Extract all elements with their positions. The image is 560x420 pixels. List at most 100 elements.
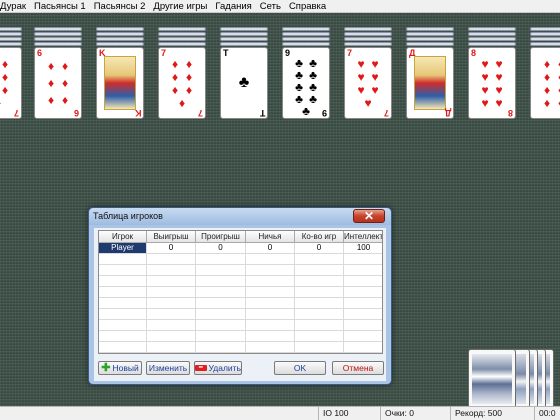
suit-pip: ♦ xyxy=(185,56,193,71)
close-button[interactable]: ✕ xyxy=(353,209,385,223)
empty-cell xyxy=(147,276,196,287)
suit-pip: ♥ xyxy=(481,82,489,97)
tableau-column[interactable]: 6 ♦ ♦ ♦ ♦ ♦ ♦ 6 xyxy=(34,27,82,119)
playing-card[interactable]: 7♦♦♦♦♦♦♦7 xyxy=(0,47,22,119)
empty-cell xyxy=(196,309,246,320)
record-value: 500 xyxy=(487,408,502,418)
suit-pip: ♦ xyxy=(47,58,55,73)
empty-cell xyxy=(246,353,295,354)
face-down-card xyxy=(0,42,22,46)
face-down-card xyxy=(468,32,516,36)
player-table-dialog: Таблица игроков ✕ Игрок Выигрыш Проигрыш… xyxy=(88,207,392,385)
suit-pip: ♦ xyxy=(543,95,551,110)
face-down-card xyxy=(96,32,144,36)
empty-table-row xyxy=(99,342,382,353)
face-down-card xyxy=(282,37,330,41)
cell-games[interactable]: 0 xyxy=(295,243,344,254)
tableau-column[interactable]: KK xyxy=(96,27,144,119)
card-rank-bottom: Д xyxy=(444,108,451,118)
face-down-card xyxy=(220,32,268,36)
menu-item-network[interactable]: Сеть xyxy=(256,1,285,12)
col-header-intellect[interactable]: Интеллект xyxy=(344,231,382,243)
tableau-column[interactable]: 7 ♥ ♥ ♥ ♥ ♥ ♥ ♥ 7 xyxy=(344,27,392,119)
suit-pip: ♦ xyxy=(555,84,560,96)
face-down-card xyxy=(344,32,392,36)
card-pips: ♥ ♥ ♥ ♥ ♥ ♥ ♥ ♥ xyxy=(478,57,506,109)
card-rank-bottom: T xyxy=(259,108,266,118)
empty-cell xyxy=(196,298,246,309)
menu-item-other-games[interactable]: Другие игры xyxy=(149,1,211,12)
playing-card[interactable]: KK xyxy=(96,47,144,119)
col-header-wins[interactable]: Выигрыш xyxy=(147,231,196,243)
delete-player-button[interactable]: ━ Удалить xyxy=(194,361,242,375)
table-row[interactable]: Player 0 0 0 0 100 xyxy=(99,243,382,254)
playing-card[interactable]: 7♦♦♦♦♦♦♦7 xyxy=(158,47,206,119)
suit-pip: ♦ xyxy=(61,58,69,73)
empty-cell xyxy=(196,287,246,298)
col-header-draws[interactable]: Ничья xyxy=(246,231,295,243)
cell-intellect[interactable]: 100 xyxy=(344,243,382,254)
tableau-column[interactable]: 9 ♣ ♣ ♣ ♣ ♣ ♣ ♣ ♣ ♣ 9 xyxy=(282,27,330,119)
col-header-games[interactable]: Ко-во игр xyxy=(295,231,344,243)
empty-table-row xyxy=(99,265,382,276)
suit-pip: ♦ xyxy=(1,56,9,71)
menu-item-solitaire-1[interactable]: Пасьянсы 1 xyxy=(30,1,90,12)
empty-cell xyxy=(295,353,344,354)
empty-cell xyxy=(246,342,295,353)
playing-card[interactable]: T ♣ T xyxy=(220,47,268,119)
face-down-card xyxy=(34,32,82,36)
cell-losses[interactable]: 0 xyxy=(196,243,246,254)
menu-item-solitaire-2[interactable]: Пасьянсы 2 xyxy=(90,1,150,12)
card-rank-bottom: 7 xyxy=(197,108,203,118)
playing-card[interactable]: 8 ♥ ♥ ♥ ♥ ♥ ♥ ♥ ♥ 8 xyxy=(468,47,516,119)
playing-card[interactable]: ♦♦♦♦♦♦♦♦ xyxy=(530,47,560,119)
tableau-column[interactable]: 7♦♦♦♦♦♦♦7 xyxy=(158,27,206,119)
menu-item-durak[interactable]: Дурак xyxy=(0,1,30,12)
cell-wins[interactable]: 0 xyxy=(147,243,196,254)
empty-cell xyxy=(99,331,147,342)
stock-deck[interactable] xyxy=(468,349,516,409)
players-grid: Игрок Выигрыш Проигрыш Ничья Ко-во игр И… xyxy=(98,230,383,354)
playing-card[interactable]: 6 ♦ ♦ ♦ ♦ ♦ ♦ 6 xyxy=(34,47,82,119)
face-down-card xyxy=(282,42,330,46)
empty-cell xyxy=(196,342,246,353)
empty-cell xyxy=(344,353,383,354)
score-label: Очки: xyxy=(385,408,407,418)
tableau-column[interactable]: ♦♦♦♦♦♦♦♦ xyxy=(530,27,560,119)
dialog-titlebar[interactable]: Таблица игроков ✕ xyxy=(89,208,391,225)
tableau-column[interactable]: 7♦♦♦♦♦♦♦7 xyxy=(0,27,22,119)
menu-item-fortune-telling[interactable]: Гадания xyxy=(211,1,255,12)
menu-item-help[interactable]: Справка xyxy=(285,1,330,12)
suit-pip: ♥ xyxy=(481,95,489,110)
suit-pip: ♦ xyxy=(178,95,186,110)
empty-cell xyxy=(295,287,344,298)
edit-player-button[interactable]: Изменить xyxy=(146,361,190,375)
tableau-column[interactable]: ДД xyxy=(406,27,454,119)
cancel-button-label: Отмена xyxy=(342,363,374,373)
playing-card[interactable]: ДД xyxy=(406,47,454,119)
face-down-card xyxy=(158,32,206,36)
tableau-column[interactable]: T ♣ T xyxy=(220,27,268,119)
face-down-card xyxy=(406,27,454,31)
playing-card[interactable]: 9 ♣ ♣ ♣ ♣ ♣ ♣ ♣ ♣ ♣ 9 xyxy=(282,47,330,119)
card-rank-bottom: 7 xyxy=(383,108,389,118)
card-rank-bottom: 6 xyxy=(73,108,79,118)
cell-player-name[interactable]: Player xyxy=(99,243,147,254)
playing-card[interactable]: 7 ♥ ♥ ♥ ♥ ♥ ♥ ♥ 7 xyxy=(344,47,392,119)
new-player-button[interactable]: ✚ Новый xyxy=(98,361,142,375)
cell-draws[interactable]: 0 xyxy=(246,243,295,254)
empty-cell xyxy=(295,276,344,287)
suit-pip: ♥ xyxy=(495,69,503,84)
tableau-column[interactable]: 8 ♥ ♥ ♥ ♥ ♥ ♥ ♥ ♥ 8 xyxy=(468,27,516,119)
empty-cell xyxy=(147,265,196,276)
empty-cell xyxy=(147,353,196,354)
cancel-button[interactable]: Отмена xyxy=(332,361,384,375)
ok-button[interactable]: OK xyxy=(274,361,326,375)
col-header-player[interactable]: Игрок xyxy=(99,231,147,243)
suit-pip: ♥ xyxy=(357,69,365,84)
col-header-losses[interactable]: Проигрыш xyxy=(196,231,246,243)
face-down-card xyxy=(530,37,560,41)
face-down-card xyxy=(468,42,516,46)
suit-pip: ♥ xyxy=(371,82,379,97)
empty-cell xyxy=(99,309,147,320)
